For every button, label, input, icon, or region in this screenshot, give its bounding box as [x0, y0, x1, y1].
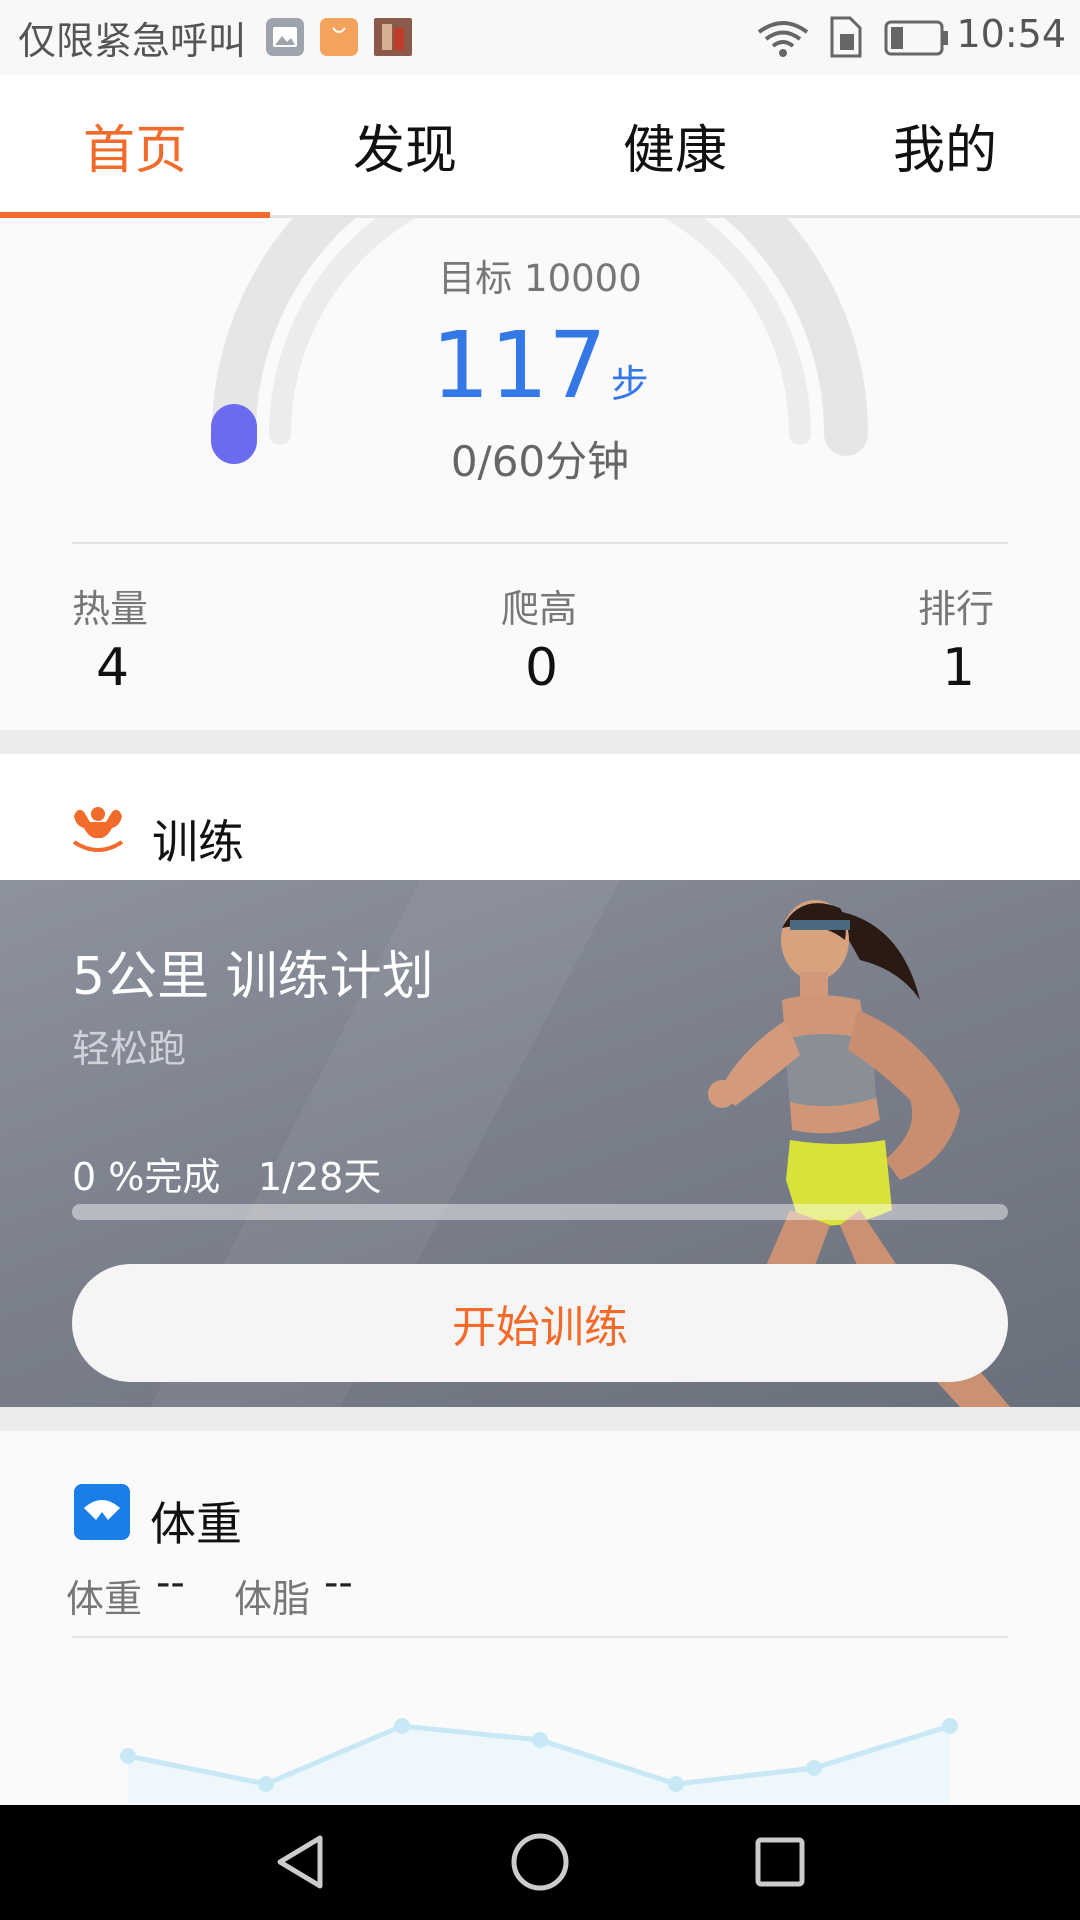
- step-count: 117 步: [0, 312, 1080, 419]
- tab-discover[interactable]: 发现: [270, 75, 540, 215]
- training-completion: 0 %完成: [72, 1155, 221, 1199]
- climb-value: 0: [525, 638, 559, 698]
- training-section-title: 训练: [152, 815, 244, 869]
- gallery-notification-icon: [266, 18, 304, 56]
- sim-icon: [828, 16, 864, 62]
- home-icon[interactable]: [510, 1832, 570, 1896]
- calories-value: 4: [96, 638, 130, 698]
- tab-health[interactable]: 健康: [540, 75, 810, 215]
- start-training-button[interactable]: 开始训练: [72, 1264, 1008, 1382]
- app-notification-icon: [374, 18, 412, 56]
- body-fat-label: 体脂: [234, 1577, 311, 1621]
- tab-home[interactable]: 首页: [0, 75, 270, 215]
- calories-label: 热量: [72, 587, 149, 631]
- ranking-label: 排行: [918, 587, 995, 631]
- recents-icon[interactable]: [750, 1832, 810, 1896]
- climb-label: 爬高: [501, 587, 578, 631]
- battery-icon: [884, 20, 950, 60]
- training-icon: [70, 802, 126, 860]
- weight-scale-icon: [74, 1484, 130, 1544]
- section-gap: [0, 1407, 1080, 1431]
- weight-section-title: 体重: [150, 1497, 242, 1551]
- weight-trend-point: [258, 1776, 274, 1792]
- weight-trend-point: [942, 1718, 958, 1734]
- tab-mine[interactable]: 我的: [810, 75, 1080, 215]
- wifi-icon: [756, 20, 810, 62]
- back-icon[interactable]: [270, 1832, 330, 1896]
- weight-trend-point: [806, 1760, 822, 1776]
- weight-trend-chart: [120, 1718, 958, 1805]
- divider: [72, 1636, 1008, 1638]
- status-time: 10:54: [956, 12, 1066, 56]
- step-goal: 目标 10000: [438, 257, 642, 300]
- training-days: 1/28天: [258, 1155, 382, 1199]
- shop-notification-icon: [320, 18, 358, 56]
- weight-trend-point: [532, 1732, 548, 1748]
- step-count-unit: 步: [610, 362, 649, 406]
- body-fat-value: --: [324, 1560, 353, 1606]
- carrier-status-text: 仅限紧急呼叫: [18, 19, 247, 63]
- step-count-value: 117: [431, 312, 607, 419]
- training-plan-subtitle: 轻松跑: [72, 1027, 187, 1071]
- weight-trend-point: [394, 1718, 410, 1734]
- section-gap: [0, 730, 1080, 754]
- active-minutes: 0/60分钟: [450, 437, 630, 486]
- divider: [72, 542, 1008, 544]
- weight-value: --: [156, 1560, 185, 1606]
- ranking-value[interactable]: 1: [942, 638, 975, 698]
- weight-label: 体重: [66, 1577, 143, 1621]
- weight-trend-point: [120, 1748, 136, 1764]
- weight-trend-point: [668, 1776, 684, 1792]
- training-plan-title: 5公里 训练计划: [72, 947, 434, 1007]
- training-progress-bar: [72, 1204, 1008, 1220]
